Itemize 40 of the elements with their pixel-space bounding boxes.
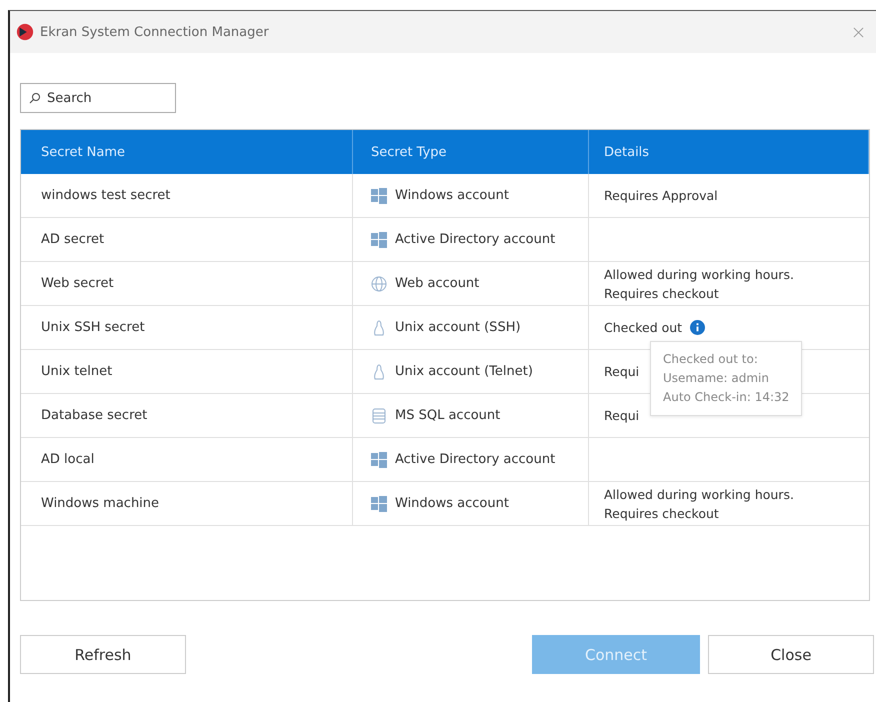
- button[interactable]: Close: [708, 635, 874, 674]
- windows-icon: [371, 232, 387, 248]
- details-text: Allowed during working hours. Requires checkout: [604, 266, 794, 302]
- secret-name: Database secret: [41, 408, 148, 423]
- details-text: Requi: [604, 407, 640, 425]
- windows-icon: [371, 496, 387, 512]
- search-field[interactable]: Search: [20, 83, 176, 113]
- secret-type: Active Directory account: [395, 232, 556, 247]
- secret-type: Unix account (Telnet): [395, 364, 533, 379]
- details-text: Allowed during working hours. Requires checkout: [604, 486, 794, 522]
- details-text: Checked out: [604, 319, 682, 337]
- secret-name: windows test secret: [41, 188, 170, 203]
- info-icon[interactable]: [690, 320, 706, 335]
- secret-type: Unix account (SSH): [395, 320, 521, 335]
- windows-icon: [371, 188, 387, 204]
- secret-name: AD secret: [41, 232, 104, 247]
- column-header[interactable]: Details: [589, 130, 869, 174]
- windows-icon: [371, 452, 387, 468]
- secret-type: MS SQL account: [395, 408, 500, 423]
- secret-name: Web secret: [41, 276, 114, 291]
- secret-name: Windows machine: [41, 496, 160, 511]
- secret-name: Unix telnet: [41, 364, 112, 379]
- search-icon: [29, 92, 41, 104]
- tooltip-text: Checked out to: Usemame: admin Auto Check-in: 14:32: [663, 352, 790, 404]
- logo-icon: [16, 23, 34, 41]
- close-icon[interactable]: [853, 26, 864, 38]
- database-icon: [371, 408, 387, 424]
- column-header[interactable]: Secret Name: [21, 130, 353, 174]
- column-header[interactable]: Secret Type: [353, 130, 589, 174]
- globe-icon: [371, 276, 387, 292]
- secret-name: Unix SSH secret: [41, 320, 145, 335]
- secret-type: Active Directory account: [395, 452, 556, 467]
- details-text: Requires Approval: [604, 187, 718, 205]
- secret-type: Windows account: [395, 496, 509, 511]
- secret-name: AD local: [41, 452, 94, 467]
- window-title: Ekran System Connection Manager: [40, 24, 269, 40]
- secret-type: Web account: [395, 276, 480, 291]
- details-text: Requi: [604, 363, 640, 381]
- button[interactable]: Refresh: [20, 635, 186, 674]
- secret-type: Windows account: [395, 188, 509, 203]
